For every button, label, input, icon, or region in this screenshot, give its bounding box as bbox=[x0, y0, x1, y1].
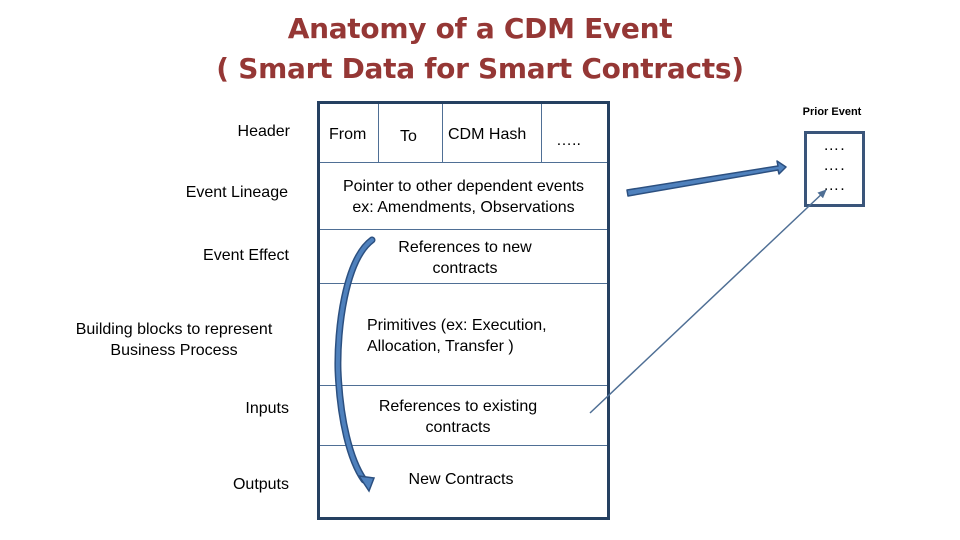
lineage-arrow bbox=[626, 160, 787, 197]
curved-effect-arrow bbox=[334, 236, 376, 493]
arrows-layer bbox=[334, 160, 827, 493]
inputs-arrow bbox=[589, 189, 827, 414]
